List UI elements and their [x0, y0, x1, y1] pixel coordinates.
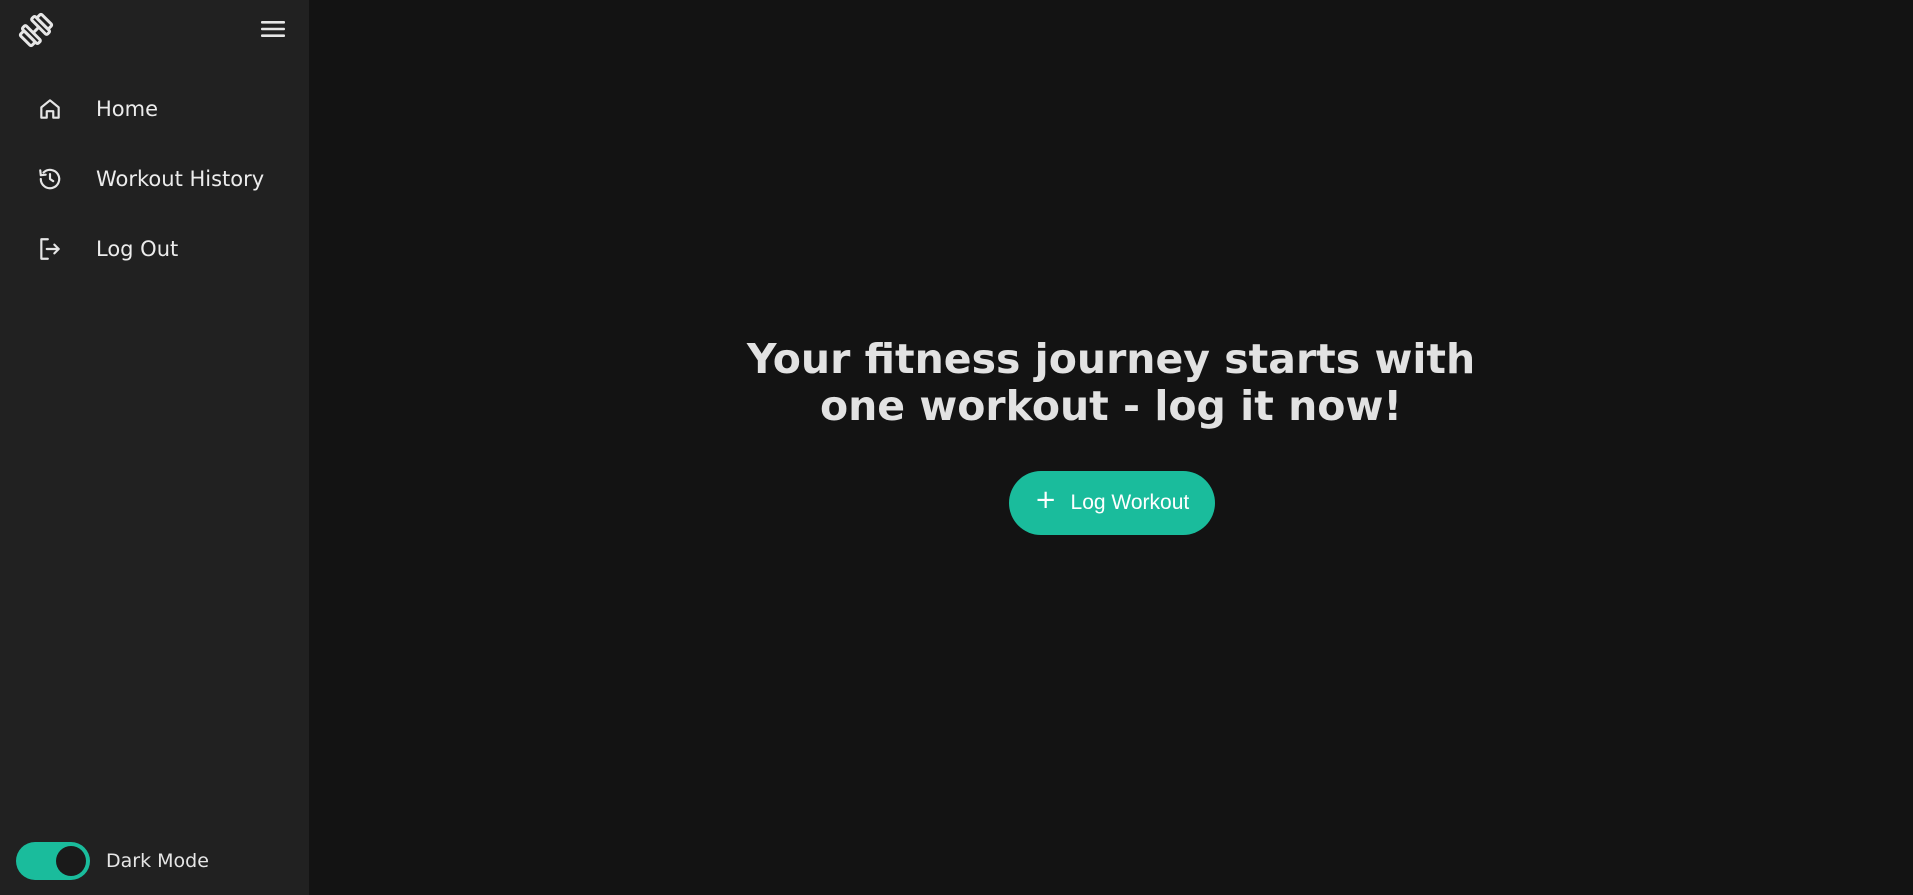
headline-line-2: one workout - log it now!	[819, 382, 1403, 430]
page-headline: Your fitness journey starts with one wor…	[731, 336, 1491, 430]
headline-line-1: Your fitness journey starts with	[746, 335, 1476, 383]
dumbbell-icon[interactable]	[18, 12, 54, 48]
home-icon	[36, 95, 64, 123]
dark-mode-control: Dark Mode	[16, 842, 209, 880]
dark-mode-toggle[interactable]	[16, 842, 90, 880]
logout-icon	[36, 235, 64, 263]
sidebar-item-log-out[interactable]: Log Out	[0, 224, 309, 274]
sidebar-header	[0, 0, 309, 56]
log-workout-label: Log Workout	[1070, 491, 1190, 514]
sidebar-item-label: Log Out	[96, 237, 179, 261]
hamburger-menu-icon[interactable]	[258, 16, 288, 42]
sidebar-item-label: Workout History	[96, 167, 265, 191]
sidebar-item-label: Home	[96, 97, 159, 121]
log-workout-button[interactable]: + Log Workout	[1009, 471, 1215, 535]
plus-icon: +	[1034, 485, 1057, 515]
history-icon	[36, 165, 64, 193]
dark-mode-label: Dark Mode	[106, 850, 209, 872]
sidebar: Home Workout History Log Out Dark Mode	[0, 0, 309, 895]
sidebar-item-workout-history[interactable]: Workout History	[0, 154, 309, 204]
toggle-knob	[56, 846, 86, 876]
sidebar-item-home[interactable]: Home	[0, 84, 309, 134]
hero: Your fitness journey starts with one wor…	[309, 336, 1913, 430]
main-content: Your fitness journey starts with one wor…	[309, 0, 1913, 895]
app: Home Workout History Log Out Dark Mode Y…	[0, 0, 1913, 895]
